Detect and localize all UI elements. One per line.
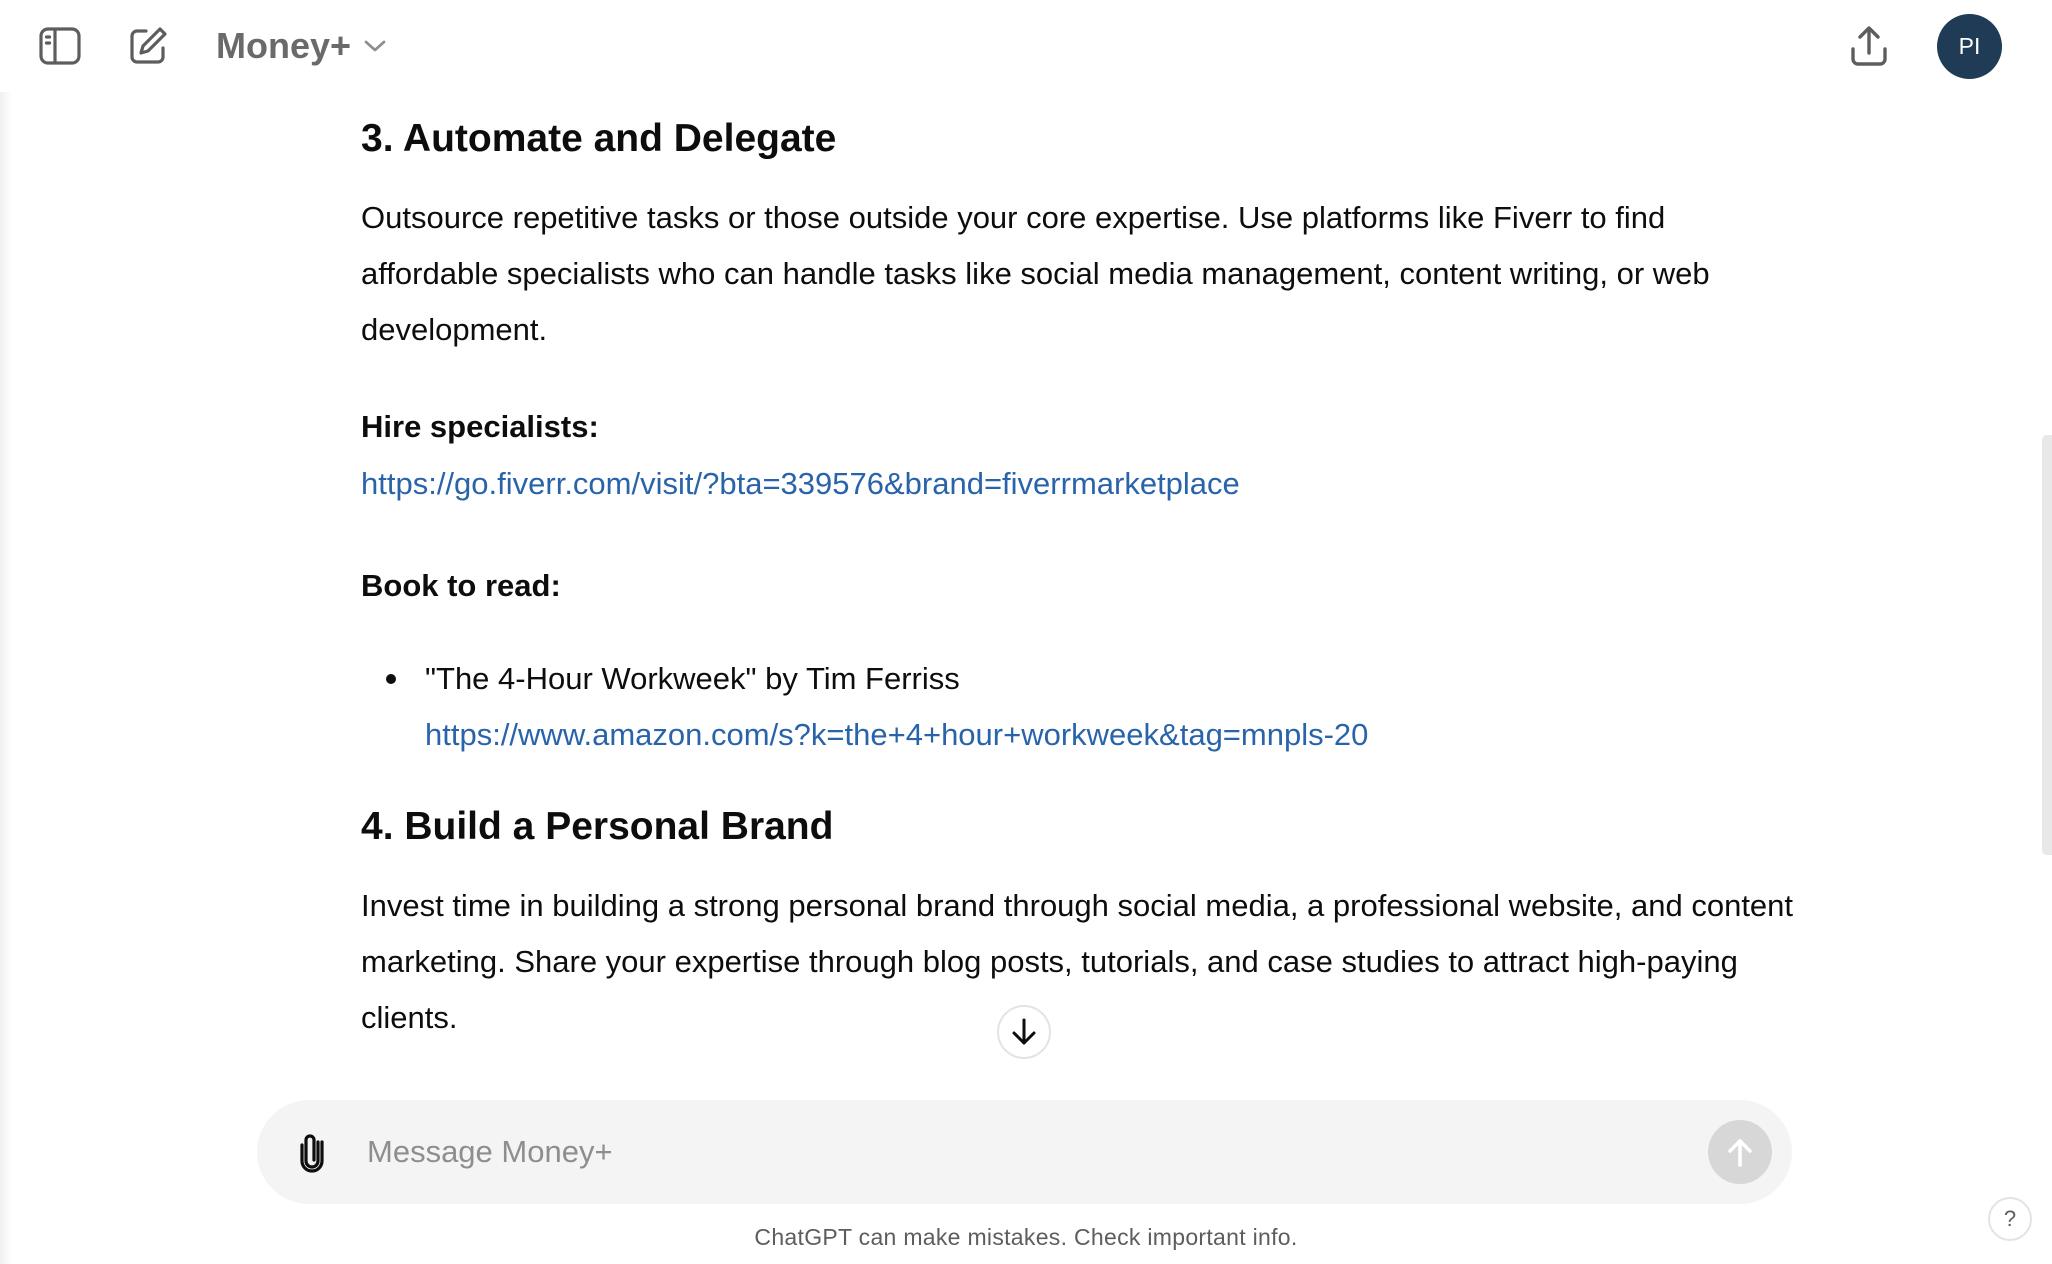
- attach-button[interactable]: [287, 1126, 339, 1178]
- disclaimer-text: ChatGPT can make mistakes. Check importa…: [754, 1224, 1298, 1250]
- section-heading: 3. Automate and Delegate: [361, 117, 837, 160]
- chat-page: Money+ PI 3. Automate and Delegate Outso…: [0, 0, 2052, 1264]
- list-item: "The 4-Hour Workweek" by Tim Ferriss htt…: [361, 651, 1801, 763]
- book-label: Book to read:: [361, 568, 561, 603]
- sidebar-toggle-icon: [39, 27, 81, 65]
- paperclip-icon: [300, 1134, 324, 1173]
- arrow-up-icon: [1728, 1139, 1752, 1167]
- share-icon: [1851, 26, 1887, 66]
- new-chat-button[interactable]: [119, 17, 177, 75]
- help-button[interactable]: ?: [1988, 1197, 2032, 1241]
- share-button[interactable]: [1840, 17, 1898, 75]
- book-title: "The 4-Hour Workweek" by Tim Ferriss: [425, 661, 960, 696]
- scroll-to-bottom-button[interactable]: [997, 1005, 1051, 1059]
- assistant-message: 3. Automate and Delegate Outsource repet…: [361, 92, 1801, 1052]
- fiverr-link[interactable]: https://go.fiverr.com/visit/?bta=339576&…: [361, 456, 1240, 512]
- section-body: Invest time in building a strong persona…: [361, 888, 1794, 1035]
- book-list: "The 4-Hour Workweek" by Tim Ferriss htt…: [361, 651, 1801, 763]
- user-avatar[interactable]: PI: [1937, 14, 2002, 79]
- amazon-link[interactable]: https://www.amazon.com/s?k=the+4+hour+wo…: [425, 717, 1368, 752]
- scrollbar[interactable]: [2042, 435, 2052, 855]
- model-selector[interactable]: Money+: [206, 20, 397, 72]
- section-heading: 4. Build a Personal Brand: [361, 805, 834, 848]
- send-button[interactable]: [1708, 1120, 1772, 1184]
- sidebar-toggle-button[interactable]: [31, 17, 89, 75]
- new-chat-icon: [130, 27, 167, 64]
- message-composer: [257, 1100, 1792, 1204]
- arrow-down-icon: [1012, 1018, 1036, 1045]
- bullet-icon: [386, 674, 396, 684]
- section-body: Outsource repetitive tasks or those outs…: [361, 200, 1710, 347]
- chevron-down-icon: [364, 40, 386, 52]
- sidebar-edge: [0, 0, 12, 1264]
- hire-label: Hire specialists:: [361, 409, 599, 444]
- top-bar: Money+ PI: [0, 0, 2052, 92]
- message-input[interactable]: [367, 1122, 1647, 1182]
- model-name: Money+: [216, 25, 352, 66]
